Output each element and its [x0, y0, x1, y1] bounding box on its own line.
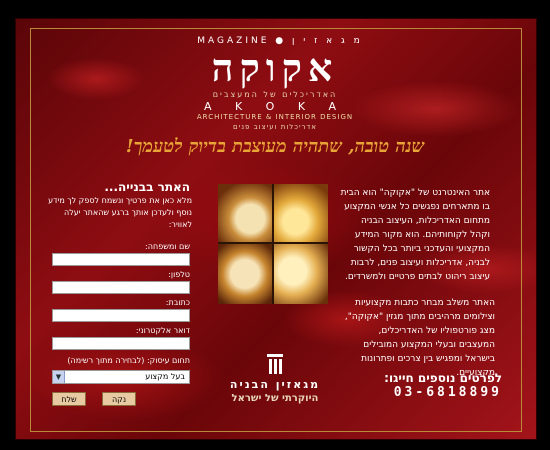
phone-label: טלפון: — [168, 270, 190, 279]
contact-label: לפרטים נוספים חייגו: — [384, 371, 502, 385]
chevron-down-icon[interactable]: ▼ — [53, 371, 65, 383]
photo-tile — [218, 184, 272, 242]
occupation-label: תחום עיסוק: (לבחירה מתוך רשימה) — [67, 356, 190, 365]
logo-subtitle-hebrew-2: אדריכלות ועיצוב פנים — [232, 123, 317, 131]
name-field[interactable] — [52, 253, 190, 266]
photo-tile — [274, 184, 328, 242]
about-paragraph-2: האתר משלב מבחר כתבות מקצועיות וצילומים מ… — [344, 298, 495, 378]
form-intro: מלא כאן את פרטיך ונשמח לספק לך מידע נוסף… — [48, 196, 192, 229]
form-title: האתר בבנייה... — [104, 180, 190, 194]
occupation-select[interactable]: בעל מקצוע ▼ — [52, 370, 190, 384]
name-label: שם ומשפחה: — [145, 242, 190, 251]
contact-phone: 03-6818899 — [393, 385, 502, 400]
bottom-logo-subtitle: היוקרתי של ישראל — [231, 393, 319, 404]
new-year-greeting: שנה טובה, שתהיה מעוצבת בדיוק לטעמך! — [125, 136, 425, 157]
bottom-logo-title: מגאזין הבניה — [229, 378, 321, 391]
logo-subtitle-english: ARCHITECTURE & INTERIOR DESIGN — [196, 113, 354, 121]
logo-subtitle-hebrew: האדריכלים של המעצבים — [212, 90, 338, 99]
about-paragraph-1: אתר האינטרנט של "אקוקה" הוא הבית בו מתאר… — [340, 188, 490, 282]
logo-english: A K O K A — [203, 100, 347, 113]
email-label: דואר אלקטרוני: — [135, 326, 190, 335]
honey-apple-photo — [218, 184, 328, 304]
occupation-selected-value: בעל מקצוע — [145, 372, 185, 381]
submit-button[interactable]: שלח — [52, 392, 86, 406]
email-field[interactable] — [52, 337, 190, 350]
building-logo-icon — [267, 354, 283, 374]
address-field[interactable] — [52, 309, 190, 322]
phone-field[interactable] — [52, 281, 190, 294]
akoka-logo: אקוקה — [211, 45, 339, 90]
photo-tile — [274, 244, 328, 304]
photo-tile — [218, 244, 272, 304]
address-label: כתובת: — [165, 298, 190, 307]
reset-button[interactable]: נקה — [102, 392, 136, 406]
